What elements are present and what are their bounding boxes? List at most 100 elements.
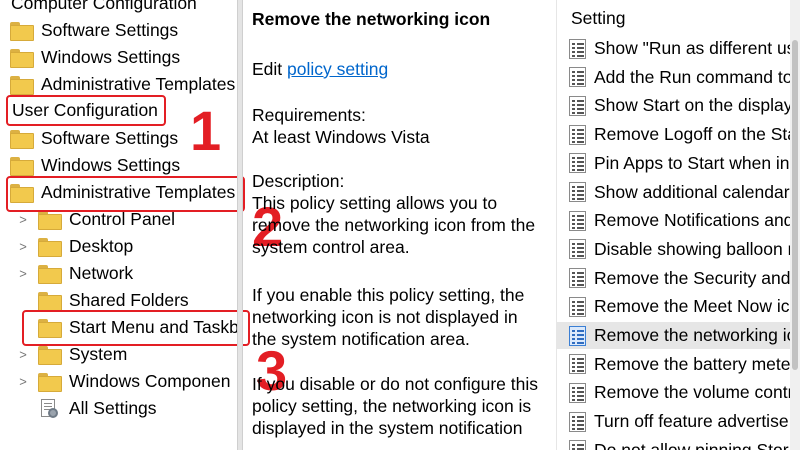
- edit-policy-line: Edit policy setting: [252, 58, 388, 80]
- tree-item-computer-configuration[interactable]: Computer Configuration: [11, 0, 197, 17]
- folder-icon: [10, 22, 34, 41]
- setting-row[interactable]: Show Start on the display: [557, 92, 800, 119]
- tree-item-desktop[interactable]: > Desktop: [16, 233, 133, 260]
- tree-item-label: All Settings: [69, 398, 157, 418]
- setting-row[interactable]: Pin Apps to Start when ins: [557, 150, 800, 177]
- setting-row[interactable]: Show "Run as different use: [557, 35, 800, 62]
- description-label: Description:: [252, 171, 345, 191]
- setting-name: Turn off feature advertise: [594, 411, 789, 432]
- folder-icon: [10, 49, 34, 68]
- all-settings-icon: [38, 398, 60, 419]
- setting-name: Remove the Security and M: [594, 267, 800, 288]
- tree-item-label: Control Panel: [69, 209, 176, 229]
- chevron-right-icon[interactable]: >: [16, 347, 30, 362]
- policy-setting-icon: [569, 440, 586, 450]
- highlight-user-configuration: [6, 95, 166, 126]
- requirements-label: Requirements:: [252, 105, 366, 125]
- folder-icon: [38, 373, 62, 392]
- policy-setting-icon: [569, 382, 586, 403]
- setting-row[interactable]: Turn off feature advertise: [557, 408, 800, 435]
- highlight-start-menu-and-taskbar: [22, 310, 250, 346]
- chevron-right-icon[interactable]: >: [16, 239, 30, 254]
- tree-item-administrative-templates[interactable]: Administrative Templates: [10, 71, 235, 98]
- setting-row[interactable]: Add the Run command to: [557, 64, 800, 91]
- setting-row[interactable]: Remove the Security and M: [557, 265, 800, 292]
- policy-setting-icon: [569, 38, 586, 59]
- tree-item-label: Network: [69, 263, 134, 283]
- tree-item-user-software-settings[interactable]: Software Settings: [10, 125, 178, 152]
- policy-setting-icon: [569, 95, 586, 116]
- tree-item-user-windows-settings[interactable]: Windows Settings: [10, 152, 180, 179]
- policy-setting-icon: [569, 411, 586, 432]
- tree-item-label: Desktop: [69, 236, 134, 256]
- setting-row[interactable]: Remove the battery meter: [557, 351, 800, 378]
- tree-item-label: Windows Settings: [41, 47, 181, 67]
- tree-item-label: System: [69, 344, 128, 364]
- setting-name: Show Start on the display: [594, 95, 793, 116]
- highlight-administrative-templates: [6, 176, 245, 212]
- setting-column-header[interactable]: Setting: [571, 8, 625, 29]
- folder-icon: [10, 130, 34, 149]
- description-pane: Remove the networking icon Edit policy s…: [243, 0, 555, 450]
- folder-icon: [38, 346, 62, 365]
- tree-item-label: Software Settings: [41, 128, 179, 148]
- setting-row[interactable]: Remove the Meet Now ico: [557, 293, 800, 320]
- chevron-right-icon[interactable]: >: [16, 374, 30, 389]
- policy-title: Remove the networking icon: [252, 9, 491, 29]
- step-number-1: 1: [190, 99, 222, 162]
- policy-setting-icon: [569, 296, 586, 317]
- setting-name: Remove the volume contro: [594, 382, 800, 403]
- tree-item-software-settings[interactable]: Software Settings: [10, 17, 178, 44]
- setting-row[interactable]: Remove the volume contro: [557, 379, 800, 406]
- chevron-right-icon[interactable]: >: [16, 212, 30, 227]
- folder-icon: [38, 292, 62, 311]
- tree-pane[interactable]: Computer Configuration Software Settings…: [0, 0, 237, 450]
- vertical-scrollbar[interactable]: [790, 0, 800, 450]
- folder-icon: [38, 238, 62, 257]
- policy-setting-icon: [569, 182, 586, 202]
- scrollbar-thumb[interactable]: [792, 40, 798, 370]
- tree-item-network[interactable]: > Network: [16, 260, 133, 287]
- folder-icon: [10, 157, 34, 176]
- setting-row[interactable]: Do not allow pinning Stor: [557, 437, 800, 450]
- tree-item-windows-settings[interactable]: Windows Settings: [10, 44, 180, 71]
- description-line: This policy setting allows you to: [252, 193, 498, 213]
- tree-item-label: Administrative Templates: [41, 74, 236, 94]
- tree-item-label: Computer Configuration: [11, 0, 197, 13]
- description-line: policy setting, the networking icon is: [252, 396, 532, 416]
- setting-row-selected[interactable]: Remove the networking ic: [557, 322, 800, 349]
- setting-row[interactable]: Remove Notifications and: [557, 207, 800, 234]
- setting-name: Remove Notifications and: [594, 210, 794, 231]
- chevron-right-icon[interactable]: >: [16, 266, 30, 281]
- description-line: If you disable or do not configure this: [252, 374, 539, 394]
- description-line: system control area.: [252, 237, 410, 257]
- tree-item-windows-components[interactable]: > Windows Componen: [16, 368, 230, 395]
- description-line: the system notification area.: [252, 329, 470, 349]
- setting-name: Show "Run as different use: [594, 38, 800, 58]
- policy-setting-icon: [569, 268, 586, 289]
- setting-row[interactable]: Show additional calendar: [557, 179, 800, 206]
- setting-row[interactable]: Disable showing balloon n: [557, 236, 800, 263]
- policy-setting-icon: [569, 67, 586, 88]
- setting-name: Show additional calendar: [594, 181, 790, 202]
- setting-name: Remove the Meet Now ico: [594, 296, 800, 317]
- settings-list[interactable]: Setting Show "Run as different use Add th…: [557, 0, 800, 450]
- setting-name: Disable showing balloon n: [594, 238, 798, 259]
- folder-icon: [38, 265, 62, 284]
- policy-setting-icon: [569, 153, 586, 174]
- edit-prefix: Edit: [252, 59, 288, 79]
- tree-item-all-settings[interactable]: All Settings: [38, 395, 157, 422]
- setting-name: Do not allow pinning Stor: [594, 439, 789, 450]
- requirements-value: At least Windows Vista: [252, 127, 430, 147]
- tree-item-label: Windows Settings: [41, 155, 181, 175]
- setting-name: Remove Logoff on the Sta: [594, 124, 798, 145]
- edit-policy-setting-link[interactable]: policy setting: [287, 59, 388, 79]
- setting-row[interactable]: Remove Logoff on the Sta: [557, 121, 800, 148]
- policy-setting-icon: [569, 210, 586, 231]
- tree-item-label: Shared Folders: [69, 290, 189, 310]
- policy-setting-icon: [569, 239, 586, 260]
- description-line: remove the networking icon from the: [252, 215, 536, 235]
- folder-icon: [38, 211, 62, 230]
- description-line: displayed in the system notification: [252, 418, 523, 438]
- setting-name: Remove the battery meter: [594, 353, 797, 374]
